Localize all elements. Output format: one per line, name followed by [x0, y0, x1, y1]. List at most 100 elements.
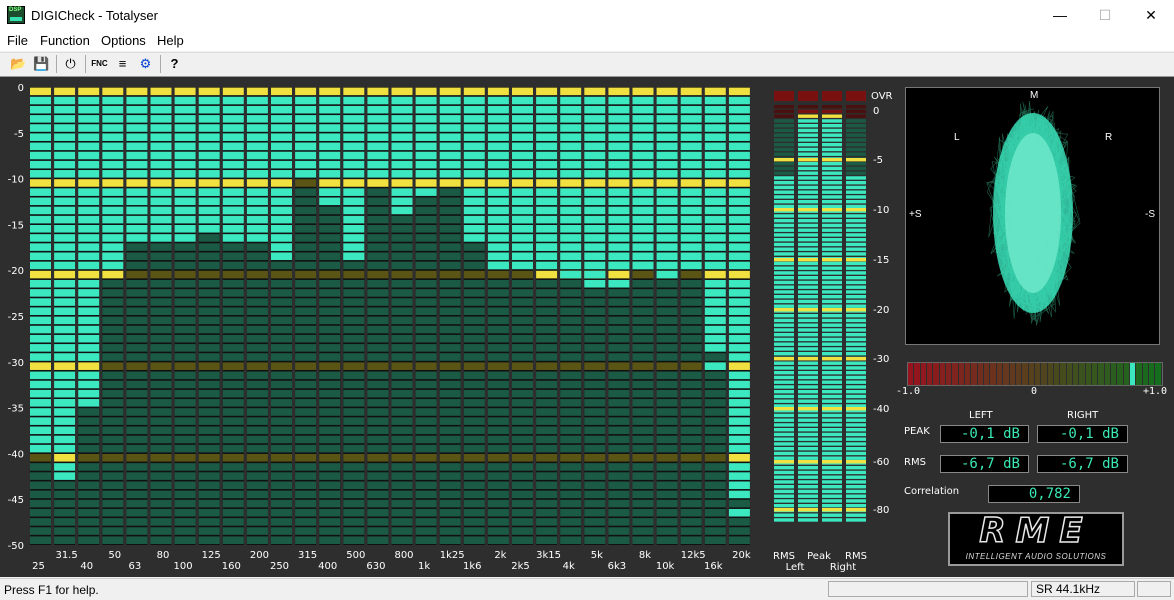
spectrum-bar-segment [415, 115, 437, 123]
spectrum-bar-segment [295, 389, 317, 398]
close-button[interactable]: ✕ [1128, 0, 1174, 31]
spectrum-bar-segment [704, 518, 726, 526]
spectrum-bar-segment [439, 234, 461, 242]
spectrum-bar-segment [198, 325, 220, 334]
meter-scale-tick: -60 [873, 457, 889, 468]
title-bar[interactable]: DSP DIGICheck - Totalyser — ☐ ✕ [0, 0, 1174, 31]
correlation-segment [1104, 363, 1110, 385]
spectrum-bar-segment [174, 435, 196, 444]
spectrum-bar-segment [30, 142, 51, 151]
spectrum-bar-segment [656, 279, 678, 288]
spectrum-bar-segment [343, 307, 365, 315]
spectrum-bar-segment [102, 225, 124, 233]
meter-segment [846, 470, 866, 475]
meter-segment [798, 390, 818, 394]
meter-segment [774, 252, 794, 256]
power-button[interactable]: ⏻ [60, 54, 81, 74]
spectrum-bar-segment [439, 499, 461, 508]
spectrum-bar-segment [343, 508, 365, 517]
spectrum-bar-segment [704, 142, 726, 151]
minimize-button[interactable]: — [1037, 0, 1083, 31]
spectrum-bar-segment [222, 307, 244, 315]
spectrum-bar-segment [536, 225, 558, 233]
spectrum-bar-segment [295, 234, 317, 242]
meter-segment [774, 238, 794, 242]
menu-options[interactable]: Options [101, 33, 146, 48]
spectrum-bar-segment [680, 499, 702, 508]
spectrum-bar-segment [656, 334, 678, 343]
spectrum-bar-segment [271, 389, 292, 398]
meter-segment [846, 128, 866, 133]
correlation-segment [1117, 363, 1123, 385]
spectrum-bar-segment [30, 380, 51, 389]
spectrum-bar-segment [126, 380, 148, 389]
options-button[interactable]: ⚙ [135, 54, 156, 74]
spectrum-bar-segment [608, 133, 630, 141]
rme-logo-subtitle: INTELLIGENT AUDIO SOLUTIONS [965, 552, 1107, 561]
help-button[interactable]: ? [164, 54, 185, 74]
correlation-segment [1034, 363, 1041, 385]
meter-segment [774, 432, 794, 437]
function-button[interactable]: FNC [89, 54, 110, 74]
meter-segment [798, 228, 818, 232]
spectrum-bar-segment [487, 518, 509, 526]
spectrum-bar-segment [439, 142, 461, 151]
spectrum-bar-segment [728, 215, 750, 224]
spectrum-bar-segment [584, 536, 606, 544]
spectrum-peak-hold [728, 508, 750, 517]
spectrum-bar-segment [415, 160, 437, 169]
spectrum-bar-segment [295, 96, 317, 105]
spectrum-bar-segment [102, 518, 124, 526]
save-button[interactable]: 💾 [31, 54, 52, 74]
spectrum-bar-segment [487, 298, 509, 306]
spectrum-bar-segment [704, 454, 726, 462]
spectrum-bar-segment [680, 444, 702, 453]
spectrum-bar-segment [656, 243, 678, 251]
spectrum-bar-segment [584, 243, 606, 251]
spectrum-bar-segment [343, 362, 365, 370]
open-button[interactable]: 📂 [8, 54, 29, 74]
menu-help[interactable]: Help [157, 33, 184, 48]
spectrum-bar-segment [656, 215, 678, 224]
spectrum-bar-segment [512, 298, 533, 306]
menu-function[interactable]: Function [40, 33, 90, 48]
spectrum-bar-segment [463, 133, 485, 141]
correlation-segment [1123, 363, 1130, 385]
meter-segment [798, 171, 818, 175]
spectrum-bar-segment [487, 142, 509, 151]
spectrum-bar-segment [222, 399, 244, 407]
meter-segment [822, 489, 842, 494]
meter-segment [822, 128, 842, 133]
spectrum-bar-segment [680, 170, 702, 178]
meter-segment [846, 494, 866, 498]
correlation-segment [1079, 363, 1085, 385]
spectrum-bar-segment [487, 252, 509, 261]
meter-segment [774, 114, 794, 118]
maximize-button[interactable]: ☐ [1082, 0, 1128, 31]
spectrum-bar-segment [222, 408, 244, 416]
settings-button[interactable]: ≡ [112, 54, 133, 74]
spectrum-bar-segment [391, 344, 413, 352]
spectrum-bar-segment [367, 289, 389, 297]
spectrum-bar-segment [632, 243, 654, 251]
spectrum-bar-segment [198, 170, 220, 178]
spectrum-bar-segment [632, 380, 654, 389]
spectrum-bar-segment [487, 307, 509, 315]
spectrum-bar-segment [367, 225, 389, 233]
meter-scale-tick: -30 [873, 354, 889, 365]
correlation-segment [914, 363, 920, 385]
spectrum-bar-segment [30, 289, 51, 297]
spectrum-bar-segment [295, 518, 317, 526]
spectrum-bar-segment [150, 270, 172, 279]
spectrum-bar-segment [271, 463, 292, 471]
spectrum-bar-segment [246, 527, 268, 535]
meter-scale-marker [798, 508, 818, 512]
spectrum-bar-segment [728, 234, 750, 242]
spectrum-bar-segment [198, 444, 220, 453]
spectrum-bar-segment [150, 298, 172, 306]
spectrum-bar-segment [680, 316, 702, 325]
status-panel-empty [828, 581, 1028, 597]
spectrum-bar-segment [632, 371, 654, 380]
menu-file[interactable]: File [7, 33, 28, 48]
correlation-display: 0,782 [988, 485, 1080, 503]
